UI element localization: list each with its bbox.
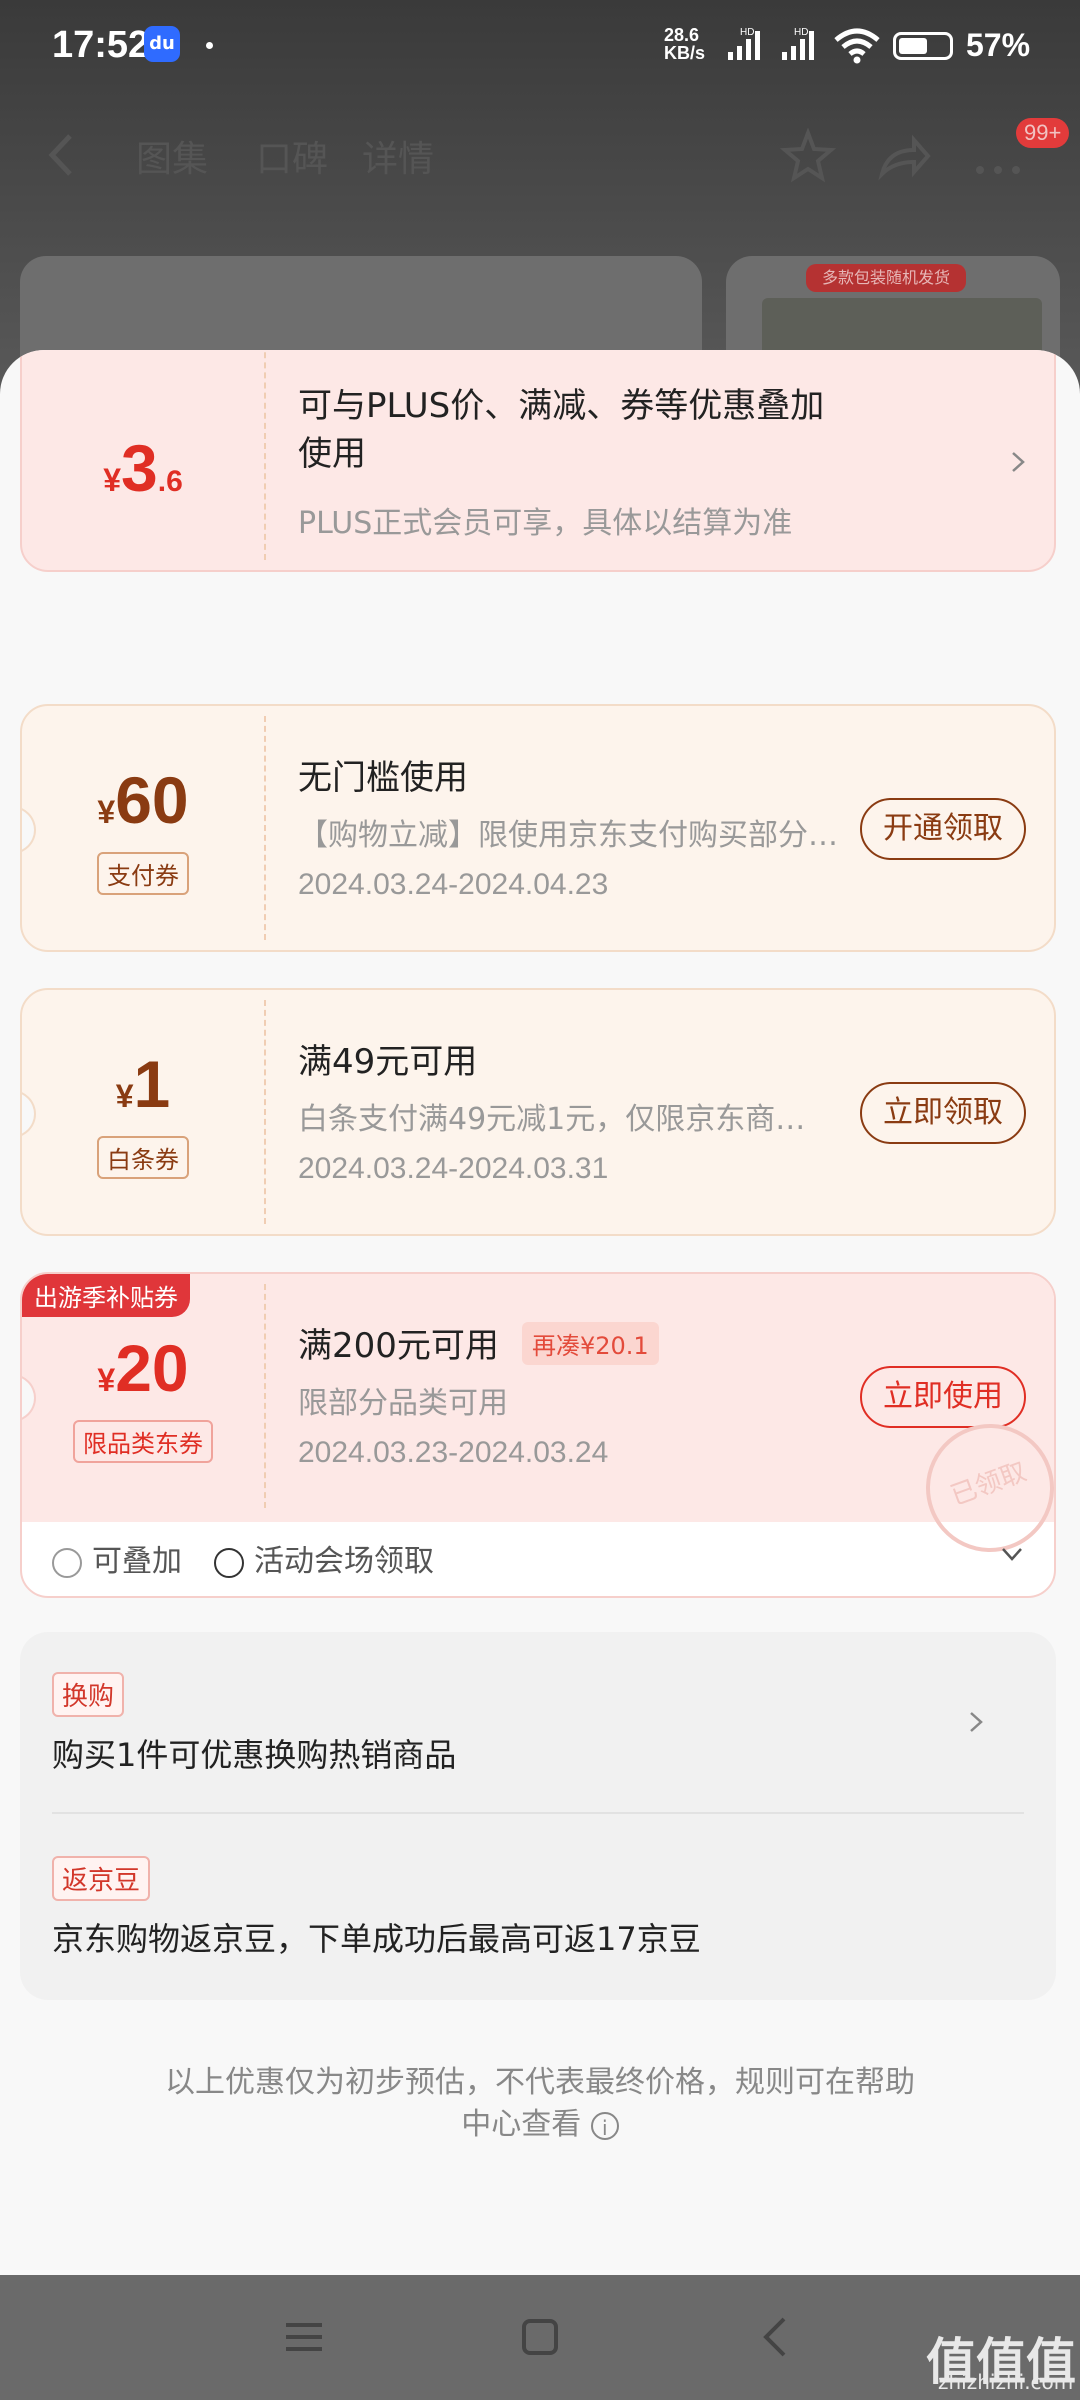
coupon-type-label: 白条券 xyxy=(97,1136,189,1179)
coupon-divider xyxy=(264,716,266,940)
gap-amount-tag: 再凑¥20.1 xyxy=(522,1322,659,1365)
signal-icon-2: HD xyxy=(782,27,814,60)
status-time: 17:52 xyxy=(52,24,150,66)
disclaimer-line2: 中心查看 xyxy=(461,2107,582,2142)
amount-dec: .6 xyxy=(157,465,183,498)
coupon-desc: PLUS正式会员可享，具体以结算为准 xyxy=(298,506,793,541)
menu-icon[interactable] xyxy=(282,2315,326,2359)
system-nav-bar xyxy=(0,2275,1080,2400)
jingdou-tag: 返京豆 xyxy=(52,1856,151,1901)
coupon-divider xyxy=(264,1284,266,1508)
message-badge: 99+ xyxy=(1016,118,1070,148)
tab-reviews[interactable]: 口碑 xyxy=(256,130,328,182)
stackable-label: 可叠加 xyxy=(52,1536,182,1580)
tab-gallery[interactable]: 图集 xyxy=(136,130,208,182)
coupon-type: 支付券 xyxy=(22,852,264,895)
coupon-divider xyxy=(264,350,266,560)
disclaimer-line1: 以上优惠仅为初步预估，不代表最终价格，规则可在帮助 xyxy=(165,2065,915,2100)
back-icon[interactable] xyxy=(42,130,82,180)
benefits-panel: 换购 购买1件可优惠换购热销商品 返京豆 京东购物返京豆，下单成功后最高可返17… xyxy=(20,1632,1056,2000)
coupon-type: 限品类东券 xyxy=(22,1420,264,1463)
coupon-date: 2024.03.24-2024.03.31 xyxy=(298,1152,609,1185)
coupon-amount: ¥20 xyxy=(22,1330,264,1406)
stackable-text: 可叠加 xyxy=(92,1544,182,1579)
coupon-ribbon: 出游季补贴券 xyxy=(22,1274,190,1317)
coupon-date: 2024.03.23-2024.03.24 xyxy=(298,1436,609,1469)
coupon-title-line2: 使用 xyxy=(298,434,366,474)
coupon-payment: ¥60 支付券 无门槛使用 【购物立减】限使用京东支付购买部分商品 2024.0… xyxy=(20,704,1056,952)
top-nav: 图集 口碑 详情 99+ xyxy=(0,112,1080,202)
coupon-type: 白条券 xyxy=(22,1136,264,1179)
trade-in-text[interactable]: 购买1件可优惠换购热销商品 xyxy=(52,1730,456,1776)
info-icon[interactable]: i xyxy=(590,2111,619,2140)
amount-int: 3 xyxy=(121,431,158,505)
signal-icon: HD xyxy=(728,27,760,60)
share-icon[interactable] xyxy=(876,128,932,184)
disclaimer: 以上优惠仅为初步预估，不代表最终价格，规则可在帮助 中心查看 i xyxy=(120,2062,960,2146)
baidu-icon: du xyxy=(144,26,180,62)
coupon-divider xyxy=(264,1000,266,1224)
currency-symbol: ¥ xyxy=(103,462,122,498)
coupon-extras: 可叠加 活动会场领取 xyxy=(20,1530,1056,1590)
venue-text: 活动会场领取 xyxy=(254,1544,434,1579)
coupon-title: 无门槛使用 xyxy=(298,758,468,798)
coupon-title: 满200元可用 xyxy=(298,1326,499,1366)
status-bar: 17:52 du 28.6 KB/s HD HD 57% xyxy=(0,0,1080,92)
hd-label-2: HD xyxy=(794,27,808,38)
tab-details[interactable]: 详情 xyxy=(362,130,434,182)
currency-symbol: ¥ xyxy=(115,1078,134,1114)
amount-value: 1 xyxy=(133,1047,171,1121)
stack-icon xyxy=(52,1547,82,1578)
back-nav-icon[interactable] xyxy=(754,2315,798,2359)
star-icon[interactable] xyxy=(780,128,836,184)
ticket-icon xyxy=(214,1547,244,1578)
coupon-amount: ¥3.6 xyxy=(22,430,264,506)
amount-value: 60 xyxy=(115,763,189,837)
net-speed-unit: KB/s xyxy=(664,43,706,63)
chevron-right-icon[interactable] xyxy=(964,1710,988,1734)
amount-value: 20 xyxy=(115,1331,189,1405)
watermark-url: zhizhizhi.com xyxy=(938,2370,1074,2394)
coupon-date: 2024.03.24-2024.04.23 xyxy=(298,868,609,901)
use-now-button[interactable]: 立即使用 xyxy=(860,1366,1026,1428)
coupon-baitiao: ¥1 白条券 满49元可用 白条支付满49元减1元，仅限京东商城商品 2024.… xyxy=(20,988,1056,1236)
coupon-desc: 白条支付满49元减1元，仅限京东商城商品 xyxy=(298,1102,818,1137)
net-speed-value: 28.6 xyxy=(664,25,700,45)
battery-icon xyxy=(893,32,953,60)
panel-divider xyxy=(52,1812,1024,1814)
hd-label: HD xyxy=(740,27,754,38)
home-icon[interactable] xyxy=(518,2315,562,2359)
open-claim-button[interactable]: 开通领取 xyxy=(860,798,1026,860)
currency-symbol: ¥ xyxy=(97,1362,116,1398)
offers-sheet: 优惠 ¥3.6 可与PLUS价、满减、券等优惠叠加使用 PLUS正式会员可享，具… xyxy=(0,350,1080,2275)
venue-label: 活动会场领取 xyxy=(214,1536,434,1580)
coupon-type-label: 支付券 xyxy=(97,852,189,895)
coupon-type-label: 限品类东券 xyxy=(73,1420,213,1463)
promo-tag: 多款包装随机发货 xyxy=(806,264,966,292)
claim-now-button[interactable]: 立即领取 xyxy=(860,1082,1026,1144)
jingdou-text: 京东购物返京豆，下单成功后最高可返17京豆 xyxy=(52,1920,701,1958)
net-speed: 28.6 KB/s xyxy=(664,26,705,62)
currency-symbol: ¥ xyxy=(97,794,116,830)
coupon-amount: ¥1 xyxy=(22,1046,264,1122)
trade-in-tag: 换购 xyxy=(52,1672,125,1717)
chevron-right-icon[interactable] xyxy=(1006,450,1030,474)
chevron-down-icon[interactable] xyxy=(1000,1542,1024,1566)
coupon-title: 满49元可用 xyxy=(298,1042,478,1082)
coupon-title-line1: 可与PLUS价、满减、券等优惠叠加 xyxy=(298,386,825,426)
coupon-desc: 【购物立减】限使用京东支付购买部分商品 xyxy=(298,818,838,853)
coupon-desc: 限部分品类可用 xyxy=(298,1386,508,1421)
coupon-title: 可与PLUS价、满减、券等优惠叠加 使用 xyxy=(298,382,824,478)
coupon-amount: ¥60 xyxy=(22,762,264,838)
wifi-icon xyxy=(834,28,880,64)
battery-percent: 57% xyxy=(966,27,1031,63)
notification-dot xyxy=(206,42,213,49)
coupon-plus[interactable]: ¥3.6 可与PLUS价、满减、券等优惠叠加 使用 PLUS正式会员可享，具体以结… xyxy=(20,350,1056,572)
